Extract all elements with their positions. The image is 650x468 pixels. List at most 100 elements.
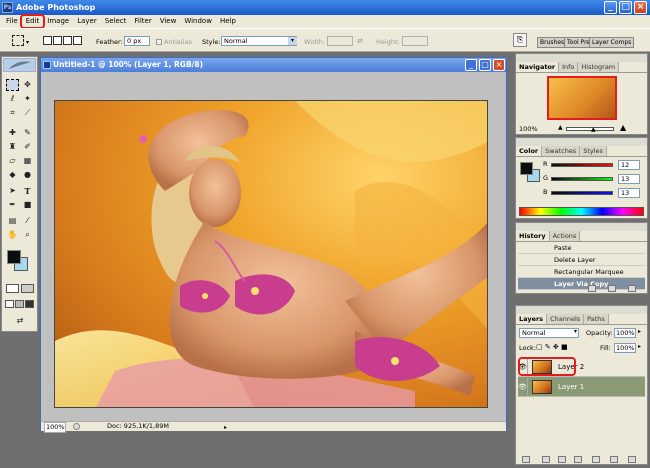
history-item-paste[interactable]: Paste (518, 242, 645, 254)
width-input[interactable] (327, 36, 353, 46)
new-selection-icon[interactable] (43, 36, 52, 45)
tab-color[interactable]: Color (516, 146, 543, 156)
rectangular-marquee-tool[interactable] (6, 79, 19, 91)
green-value-input[interactable]: 13 (618, 174, 640, 184)
tab-layers[interactable]: Layers (516, 314, 548, 324)
menu-image[interactable]: Image (43, 16, 73, 27)
minimize-icon[interactable]: _ (604, 1, 617, 14)
tab-actions[interactable]: Actions (549, 231, 581, 241)
zoom-tool-icon[interactable]: ⌕ (21, 229, 34, 241)
tab-histogram[interactable]: Histogram (578, 62, 620, 72)
close-icon[interactable]: × (634, 1, 647, 14)
layer-mask-icon[interactable] (558, 456, 566, 463)
menu-filter[interactable]: Filter (130, 16, 155, 27)
blend-mode-select[interactable]: Normal (519, 328, 579, 338)
well-tab-layer-comps[interactable]: Layer Comps (589, 37, 635, 48)
eyedropper-tool-icon[interactable]: ⁄ (21, 215, 34, 227)
clone-stamp-tool-icon[interactable]: ♜ (6, 141, 19, 153)
minimize-icon[interactable]: _ (465, 59, 477, 71)
add-to-selection-icon[interactable] (53, 36, 62, 45)
swap-icon[interactable]: ⇄ (357, 37, 363, 45)
zoom-in-icon[interactable]: ▲ (620, 123, 626, 132)
tab-swatches[interactable]: Swatches (542, 146, 581, 156)
tab-paths[interactable]: Paths (584, 314, 609, 324)
trash-icon[interactable] (628, 456, 636, 463)
move-tool-icon[interactable]: ✥ (21, 79, 34, 91)
lasso-tool-icon[interactable]: ℓ (6, 93, 19, 105)
chevron-right-icon[interactable]: ▸ (638, 328, 641, 335)
menu-view[interactable]: View (156, 16, 181, 27)
menu-edit[interactable]: Edit (19, 14, 46, 29)
full-screen-menu-mode-icon[interactable] (15, 300, 24, 308)
navigator-thumbnail[interactable] (547, 76, 617, 120)
menu-file[interactable]: File (2, 16, 22, 27)
tab-history[interactable]: History (516, 231, 550, 241)
chevron-down-icon[interactable]: ▾ (574, 328, 577, 335)
history-item-layer-via-copy[interactable]: Layer Via Copy (518, 278, 645, 290)
dodge-tool-icon[interactable]: ● (21, 169, 34, 181)
opacity-input[interactable]: 100% (614, 328, 636, 338)
hand-tool-icon[interactable]: ✋ (6, 229, 19, 241)
chevron-down-icon[interactable]: ▾ (26, 39, 29, 46)
close-icon[interactable]: × (493, 59, 505, 71)
gradient-tool-icon[interactable]: ▦ (21, 155, 34, 167)
menu-select[interactable]: Select (101, 16, 131, 27)
tab-channels[interactable]: Channels (547, 314, 585, 324)
style-select[interactable]: Normal (221, 36, 297, 46)
intersect-selection-icon[interactable] (73, 36, 82, 45)
photo-canvas[interactable] (54, 100, 488, 408)
jump-to-imageready-icon[interactable]: ⇄ (12, 315, 28, 327)
color-ramp[interactable] (519, 207, 644, 216)
green-slider[interactable] (551, 177, 613, 181)
blue-value-input[interactable]: 13 (618, 188, 640, 198)
pen-tool-icon[interactable]: ✒ (6, 199, 19, 211)
canvas-area[interactable] (41, 72, 506, 421)
fill-input[interactable]: 100% (614, 343, 636, 353)
new-snapshot-icon[interactable] (608, 285, 616, 292)
quick-mask-mode-icon[interactable] (21, 284, 34, 293)
new-layer-icon[interactable] (610, 456, 618, 463)
trash-icon[interactable] (628, 285, 636, 292)
history-item-delete-layer[interactable]: Delete Layer (518, 254, 645, 266)
blue-slider[interactable] (551, 191, 613, 195)
maximize-icon[interactable]: □ (479, 59, 491, 71)
subtract-from-selection-icon[interactable] (63, 36, 72, 45)
new-document-from-state-icon[interactable] (588, 285, 596, 292)
well-tab-brushes[interactable]: Brushes (537, 37, 568, 48)
lock-pixels-icon[interactable]: ▢ ✎ ✥ ■ (536, 343, 568, 351)
red-slider[interactable] (551, 163, 613, 167)
history-brush-tool-icon[interactable]: ✐ (21, 141, 34, 153)
menu-layer[interactable]: Layer (73, 16, 101, 27)
file-browser-icon[interactable]: ⎘ (513, 33, 527, 47)
chevron-right-icon[interactable]: ▸ (224, 423, 227, 432)
slider-handle-icon[interactable]: ▲ (591, 126, 596, 133)
full-screen-mode-icon[interactable] (25, 300, 34, 308)
feather-input[interactable]: 0 px (124, 36, 150, 46)
status-options-icon[interactable] (73, 423, 80, 430)
red-value-input[interactable]: 12 (618, 160, 640, 170)
path-selection-tool-icon[interactable]: ➤ (6, 185, 19, 197)
maximize-icon[interactable]: □ (619, 1, 632, 14)
foreground-color-swatch[interactable] (7, 250, 21, 264)
height-input[interactable] (402, 36, 428, 46)
magic-wand-tool-icon[interactable]: ✦ (21, 93, 34, 105)
menu-window[interactable]: Window (180, 16, 216, 27)
healing-brush-tool-icon[interactable]: ✚ (6, 127, 19, 139)
type-tool-icon[interactable]: T (21, 185, 34, 197)
slice-tool-icon[interactable]: ⟋ (21, 107, 34, 119)
shape-tool-icon[interactable]: ■ (21, 199, 34, 211)
tab-navigator[interactable]: Navigator (516, 62, 560, 72)
layer-style-icon[interactable] (542, 456, 550, 463)
chevron-down-icon[interactable]: ▾ (288, 37, 297, 45)
brush-tool-icon[interactable]: ✎ (21, 127, 34, 139)
notes-tool-icon[interactable]: ▤ (6, 215, 19, 227)
history-item-rectangular-marquee[interactable]: Rectangular Marquee (518, 266, 645, 278)
tab-styles[interactable]: Styles (580, 146, 607, 156)
chevron-right-icon[interactable]: ▸ (638, 343, 641, 350)
antialias-checkbox[interactable] (156, 39, 162, 45)
crop-tool-icon[interactable]: ⌗ (6, 107, 19, 119)
navigator-zoom-slider[interactable] (566, 127, 614, 131)
standard-mode-icon[interactable] (6, 284, 19, 293)
color-foreground-swatch[interactable] (520, 162, 533, 175)
marquee-tool-preset-icon[interactable] (12, 35, 24, 46)
